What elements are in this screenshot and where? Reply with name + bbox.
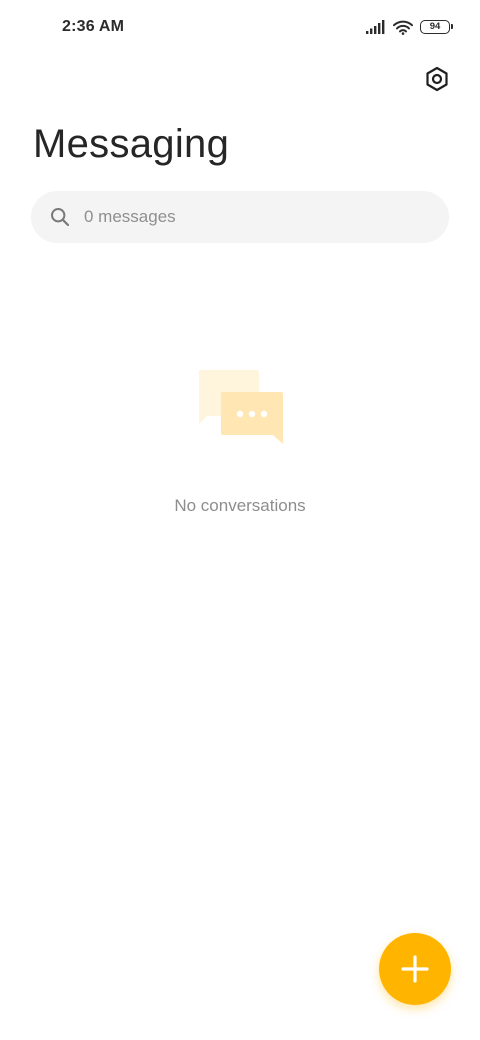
search-icon: [50, 207, 70, 227]
settings-button[interactable]: [422, 66, 452, 96]
signal-icon: [366, 20, 386, 34]
battery-icon: 94: [420, 20, 453, 34]
status-time: 2:36 AM: [62, 18, 125, 35]
status-bar: 2:36 AM 94: [0, 0, 480, 56]
status-icons: 94: [366, 17, 453, 37]
page-title: Messaging: [33, 122, 230, 166]
plus-icon: [401, 955, 429, 983]
search-bar[interactable]: [31, 191, 449, 243]
conversations-icon: [195, 366, 285, 448]
empty-state: No conversations: [0, 366, 480, 516]
empty-state-text: No conversations: [174, 496, 306, 515]
wifi-icon: [393, 20, 413, 35]
gear-icon: [424, 66, 450, 97]
battery-level: 94: [429, 21, 441, 33]
search-input[interactable]: [82, 206, 416, 228]
new-conversation-button[interactable]: [379, 933, 451, 1005]
